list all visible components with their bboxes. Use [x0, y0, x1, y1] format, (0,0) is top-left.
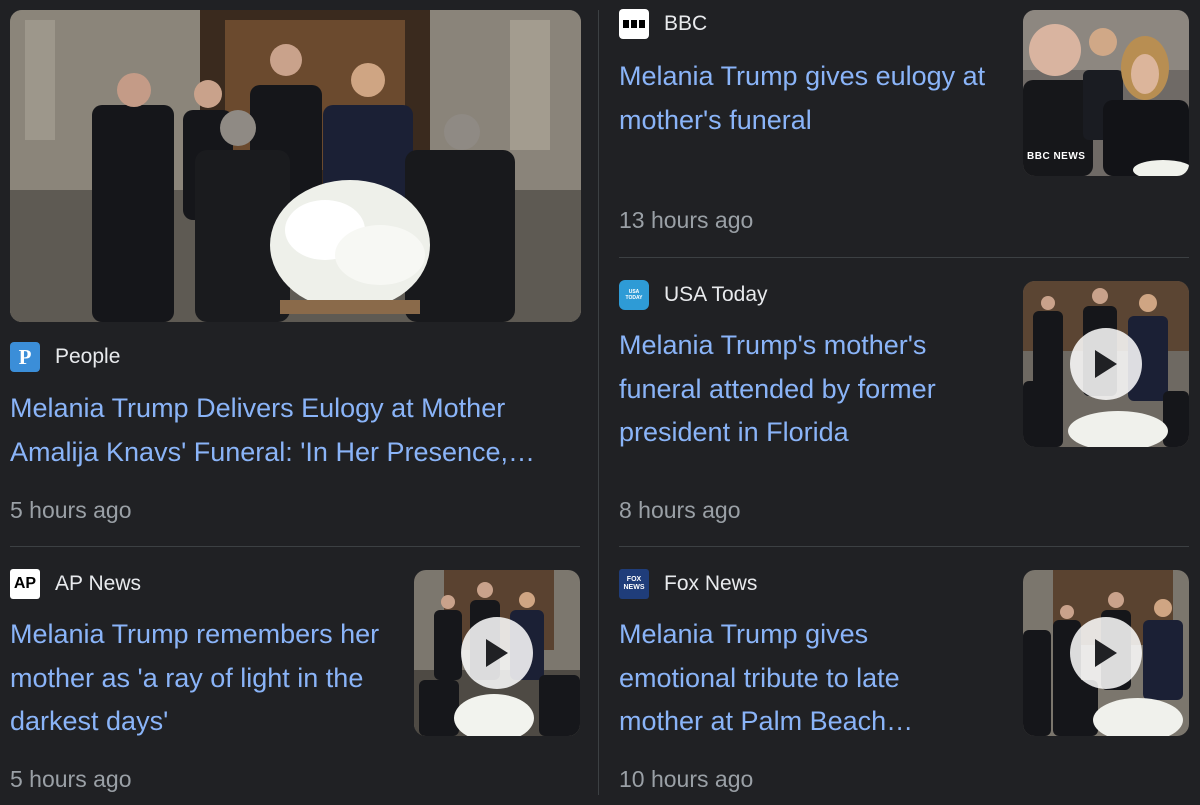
- source-bbc[interactable]: BBC: [619, 9, 707, 39]
- play-icon: [486, 639, 508, 667]
- source-people[interactable]: P People: [10, 342, 120, 372]
- article-time: 10 hours ago: [619, 766, 754, 792]
- play-icon: [1095, 350, 1117, 378]
- source-ap-news[interactable]: AP AP News: [10, 569, 141, 599]
- source-name: AP News: [55, 572, 141, 595]
- source-name: People: [55, 345, 121, 368]
- divider: [619, 546, 1189, 547]
- fox-news-logo-text: FOX NEWS: [623, 576, 645, 591]
- usa-today-logo-text: USA TODAY: [625, 289, 643, 301]
- divider: [10, 546, 580, 547]
- bbc-news-watermark: BBC NEWS: [1027, 151, 1086, 162]
- source-name: BBC: [664, 12, 708, 35]
- usa-today-logo-icon: USA TODAY: [619, 280, 649, 310]
- play-button[interactable]: [1070, 617, 1142, 689]
- article-time: 5 hours ago: [10, 766, 132, 792]
- funeral-photo: [10, 10, 581, 322]
- people-logo-letter: P: [18, 344, 32, 369]
- video-thumbnail-ap[interactable]: [414, 570, 580, 736]
- featured-article-image[interactable]: [10, 10, 581, 322]
- ap-logo-icon: AP: [10, 569, 40, 599]
- video-thumbnail-fox-news[interactable]: [1023, 570, 1189, 736]
- source-fox-news[interactable]: FOX NEWS Fox News: [619, 569, 757, 599]
- source-usa-today[interactable]: USA TODAY USA Today: [619, 280, 768, 310]
- source-name: Fox News: [664, 572, 758, 595]
- play-button[interactable]: [461, 617, 533, 689]
- article-title-people[interactable]: Melania Trump Delivers Eulogy at Mother …: [10, 387, 580, 474]
- source-name: USA Today: [664, 283, 768, 306]
- article-title-fox-news[interactable]: Melania Trump gives emotional tribute to…: [619, 613, 989, 744]
- bbc-logo-icon: [619, 9, 649, 39]
- ap-logo-text: AP: [13, 575, 37, 592]
- article-time: 5 hours ago: [10, 497, 132, 523]
- divider: [619, 257, 1189, 258]
- fox-news-logo-icon: FOX NEWS: [619, 569, 649, 599]
- play-button[interactable]: [1070, 328, 1142, 400]
- people-logo-icon: P: [10, 342, 40, 372]
- article-thumbnail-bbc[interactable]: BBC NEWS: [1023, 10, 1189, 176]
- article-title-bbc[interactable]: Melania Trump gives eulogy at mother's f…: [619, 55, 999, 142]
- column-divider: [598, 10, 599, 795]
- article-title-ap-news[interactable]: Melania Trump remembers her mother as 'a…: [10, 613, 380, 744]
- article-time: 13 hours ago: [619, 207, 754, 233]
- article-title-usa-today[interactable]: Melania Trump's mother's funeral attende…: [619, 324, 989, 455]
- article-time: 8 hours ago: [619, 497, 741, 523]
- bbc-blocks-icon: [623, 20, 645, 28]
- play-icon: [1095, 639, 1117, 667]
- video-thumbnail-usa-today[interactable]: [1023, 281, 1189, 447]
